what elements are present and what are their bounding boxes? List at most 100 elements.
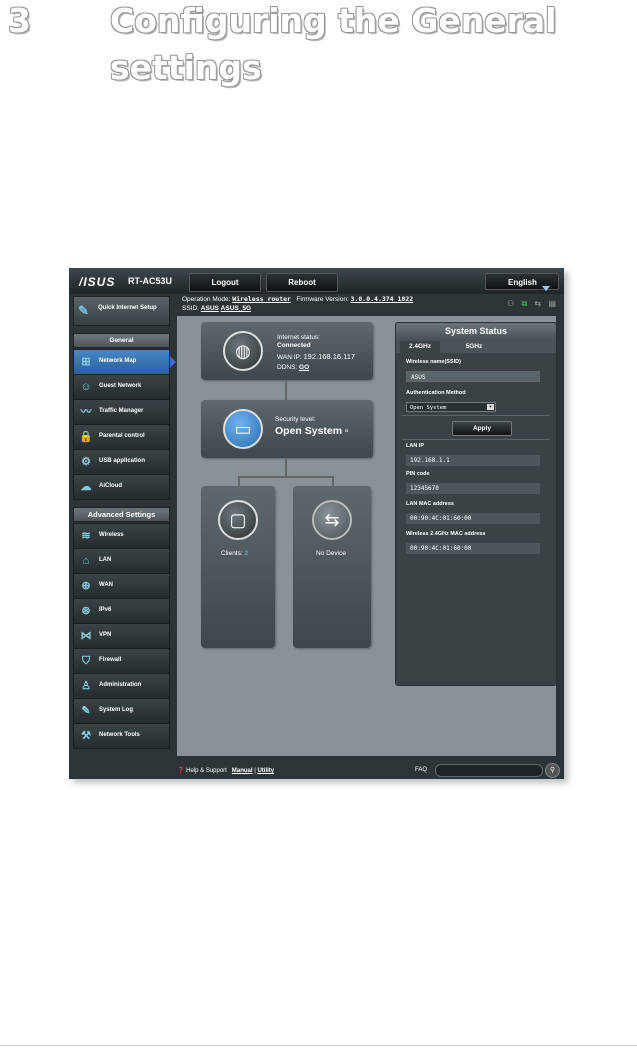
sidebar-item-network-map[interactable]: ⊞ Network Map [73,349,176,375]
clients-count[interactable]: 2 [245,550,249,557]
clients-label: Clients: [221,550,243,557]
section-title-line2: settings [110,48,262,87]
sidebar-item-label: Parental control [99,433,145,439]
manual-link[interactable]: Manual [232,768,253,774]
sidebar-item-usb-application[interactable]: ⚙ USB application [73,449,170,475]
printer-status-icon[interactable]: ▤ [548,299,556,308]
magic-wand-icon: ✎ [78,303,89,318]
connector-line [238,476,240,486]
sidebar-item-parental-control[interactable]: 🔒 Parental control [73,424,170,450]
usb-icon: ⇆ [312,500,352,540]
help-support-label: Help & Support [186,768,227,774]
sidebar-item-label: Wireless [99,532,124,538]
general-header: General [73,333,170,348]
auth-method-select[interactable]: Open System ▾ [406,402,496,412]
sidebar-item-wireless[interactable]: ≋ Wireless [73,523,170,549]
sidebar-item-label: LAN [99,557,112,563]
divider [402,415,550,416]
usb-node[interactable]: ⇆ No Device [293,486,371,648]
pin-code-label: PIN code [406,471,430,477]
clients-node[interactable]: ▢ Clients: 2 [201,486,275,648]
model-name: RT-AC53U [128,276,173,286]
connector-line [238,476,334,478]
ssid-link-2[interactable]: ASUS_5G [221,305,251,312]
advanced-settings-header: Advanced Settings [73,507,170,522]
info-icon: ᵃ [345,427,349,436]
sidebar-item-wan[interactable]: ⊕ WAN [73,573,170,599]
lan-icon: ⌂ [82,555,90,567]
router-screenshot: /ISUS RT-AC53U Logout Reboot English Ope… [69,268,564,779]
logout-button[interactable]: Logout [189,273,261,292]
section-number: 3 [8,1,31,40]
sidebar-item-label: Guest Network [99,383,142,389]
sidebar-item-system-log[interactable]: ✎ System Log [73,698,170,724]
connector-line [285,380,287,400]
faq-label: FAQ [415,767,428,773]
sidebar-item-guest-network[interactable]: ☺ Guest Network [73,374,170,400]
internet-status-value: Connected [277,342,311,349]
administration-icon: ♙ [81,680,91,692]
qis-label: Quick Internet Setup [98,305,157,311]
asus-logo: /ISUS [79,275,116,289]
wireless-mac-label: Wireless 2.4GHz MAC address [406,531,486,537]
sidebar-item-label: AiCloud [99,483,122,489]
internet-node[interactable]: ◍ Internet status: Connected WAN IP: 192… [201,322,373,380]
system-status-title: System Status [396,323,556,339]
sidebar-item-label: IPv6 [99,607,112,613]
ssid-link-1[interactable]: ASUS [201,305,219,312]
sidebar-item-ipv6[interactable]: ⊛ IPv6 [73,598,170,624]
globe-icon: ◍ [223,331,263,371]
sidebar-item-traffic-manager[interactable]: 〰 Traffic Manager [73,399,170,425]
language-select[interactable]: English [485,273,559,291]
lan-mac-value: 00:90:4C:01:60:00 [406,513,540,524]
parental-control-icon: 🔒 [79,431,93,443]
router-node[interactable]: ▭ Security level: Open System ᵃ [201,400,373,458]
aicloud-icon: ☁ [80,481,92,493]
search-icon[interactable]: ⚲ [545,763,560,778]
sidebar-item-network-tools[interactable]: ⚒ Network Tools [73,723,170,749]
usb-application-icon: ⚙ [81,456,91,468]
firmware-label: Firmware Version: [296,296,349,303]
sidebar-item-vpn[interactable]: ⋈ VPN [73,623,170,649]
sidebar-item-aicloud[interactable]: ☁ AiCloud [73,474,170,500]
reboot-button[interactable]: Reboot [266,273,338,292]
sidebar-item-administration[interactable]: ♙ Administration [73,673,170,699]
connector-line [332,476,334,486]
sidebar-item-firewall[interactable]: ⛉ Firewall [73,648,170,674]
ddns-go-link[interactable]: GO [299,364,309,371]
security-level-label: Security level: [275,416,316,423]
connection-status-icon[interactable]: ⧉ [522,299,528,308]
ipv6-icon: ⊛ [81,605,91,617]
apply-button[interactable]: Apply [452,421,512,436]
sidebar-item-label: Network Map [99,358,137,364]
ssid-input[interactable]: ASUS [406,371,540,382]
monitor-icon: ▢ [218,500,258,540]
link-divider: | [254,768,256,774]
firmware-link[interactable]: 3.0.0.4.374_1822 [351,295,414,303]
sidebar-item-label: System Log [99,707,134,713]
faq-search-input[interactable] [435,764,543,777]
status-icons: ⚇ ⧉ ⇆ ▤ [502,299,556,309]
sidebar-item-lan[interactable]: ⌂ LAN [73,548,170,574]
ssid-field-label: Wireless name(SSID) [406,359,461,365]
usb-status-icon[interactable]: ⇆ [535,299,542,308]
guest-network-icon: ☺ [80,381,92,393]
network-map-icon: ⊞ [81,356,91,368]
auth-method-value: Open System [410,405,447,411]
tab-5ghz[interactable]: 5GHz [454,341,494,353]
network-status-icon[interactable]: ⚇ [507,299,514,308]
usb-status-label: No Device [316,550,346,557]
system-status-panel: System Status 2.4GHz 5GHz Wireless name(… [395,322,557,686]
tab-2-4ghz[interactable]: 2.4GHz [400,341,440,353]
quick-internet-setup-button[interactable]: ✎ Quick Internet Setup [73,296,170,326]
utility-link[interactable]: Utility [257,768,274,774]
pin-code-value: 12345670 [406,483,540,494]
top-bar: /ISUS RT-AC53U Logout Reboot English [69,268,564,294]
system-log-icon: ✎ [81,705,91,717]
firewall-icon: ⛉ [81,655,91,667]
traffic-manager-icon: 〰 [80,406,92,418]
network-tools-icon: ⚒ [81,730,91,742]
operation-mode-link[interactable]: Wireless router [232,295,291,303]
auth-method-label: Authentication Method [406,390,466,396]
sidebar-item-label: WAN [99,582,113,588]
